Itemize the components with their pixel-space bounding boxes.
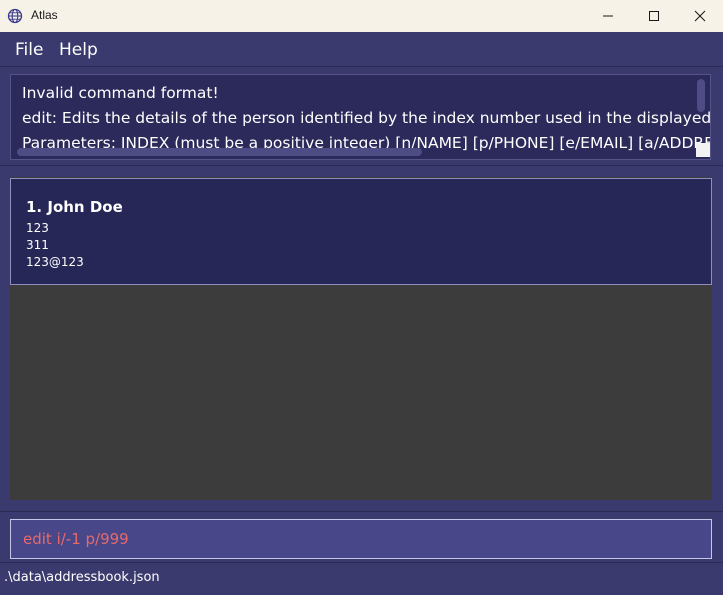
menu-bar: File Help bbox=[0, 32, 723, 67]
horizontal-scrollbar[interactable] bbox=[17, 148, 422, 156]
close-button[interactable] bbox=[677, 0, 723, 32]
result-text: Invalid command format! edit: Edits the … bbox=[22, 81, 711, 156]
person-phone: 123 bbox=[26, 221, 49, 235]
menu-help[interactable]: Help bbox=[59, 40, 98, 60]
person-name: 1. John Doe bbox=[26, 198, 123, 216]
command-box-panel bbox=[0, 511, 723, 563]
maximize-button[interactable] bbox=[631, 0, 677, 32]
command-input[interactable] bbox=[10, 519, 712, 559]
globe-icon bbox=[7, 8, 23, 24]
result-line: Invalid command format! bbox=[22, 84, 219, 102]
result-display-panel: Invalid command format! edit: Edits the … bbox=[0, 68, 723, 166]
result-display[interactable]: Invalid command format! edit: Edits the … bbox=[10, 74, 711, 160]
save-location-path: .\data\addressbook.json bbox=[4, 570, 160, 585]
person-card[interactable]: 1. John Doe 123 311 123@123 bbox=[10, 178, 712, 285]
close-icon bbox=[694, 7, 706, 26]
result-line: edit: Edits the details of the person id… bbox=[22, 109, 711, 127]
window-title: Atlas bbox=[31, 8, 58, 22]
person-list[interactable]: 1. John Doe 123 311 123@123 bbox=[10, 177, 712, 500]
status-bar: .\data\addressbook.json bbox=[0, 564, 723, 595]
title-bar: Atlas bbox=[0, 0, 723, 32]
person-email: 123@123 bbox=[26, 255, 84, 269]
scroll-corner bbox=[696, 143, 710, 157]
maximize-icon bbox=[648, 7, 660, 26]
person-address: 311 bbox=[26, 238, 49, 252]
minimize-icon bbox=[602, 7, 614, 26]
minimize-button[interactable] bbox=[585, 0, 631, 32]
vertical-scrollbar[interactable] bbox=[697, 79, 705, 112]
menu-file[interactable]: File bbox=[15, 40, 43, 60]
